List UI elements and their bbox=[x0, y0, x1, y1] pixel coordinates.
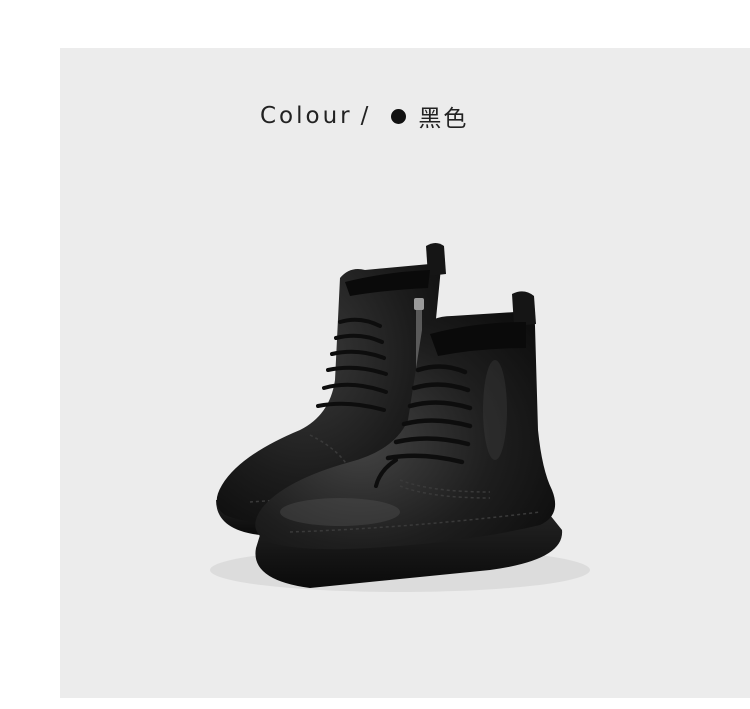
boots-photo bbox=[210, 243, 590, 592]
separator: / bbox=[360, 103, 372, 129]
colour-name: 黑色 bbox=[418, 106, 469, 132]
colour-label: Colour bbox=[260, 103, 353, 129]
color-swatch-dot bbox=[391, 108, 407, 124]
colour-caption: Colour / 黑色 bbox=[260, 100, 468, 132]
